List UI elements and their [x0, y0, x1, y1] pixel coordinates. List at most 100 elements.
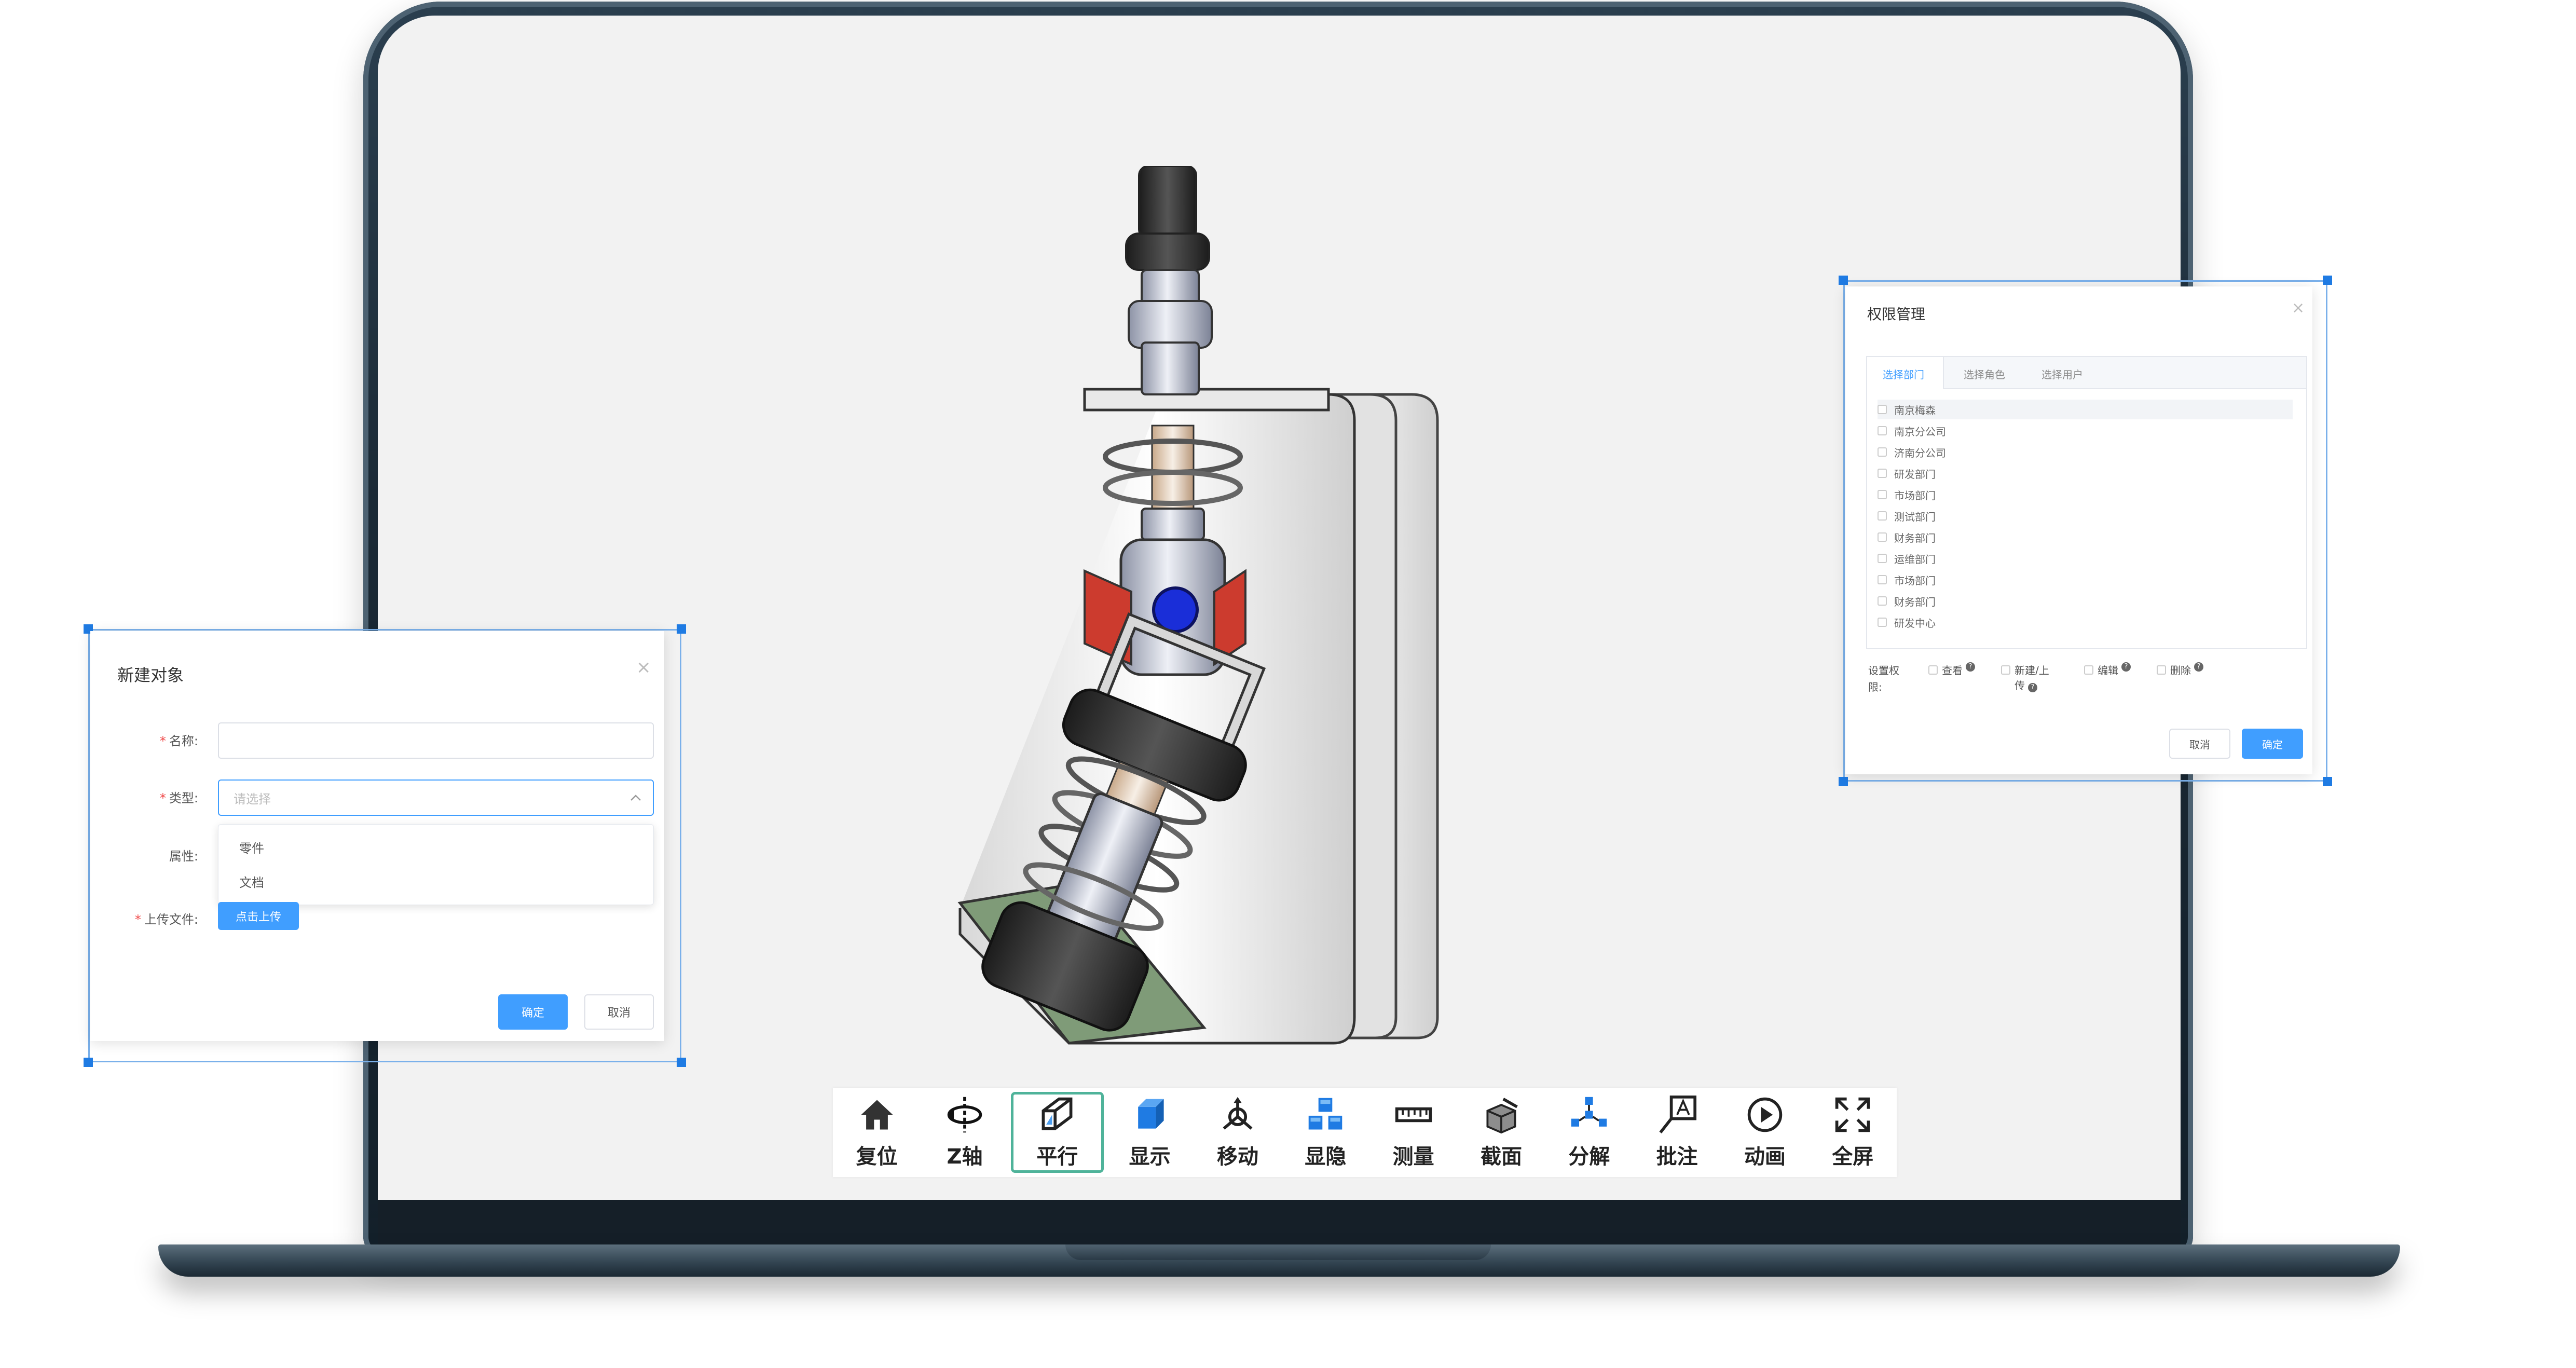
close-icon[interactable]: × [2292, 299, 2305, 317]
checkbox[interactable] [1878, 469, 1887, 478]
tool-parallel[interactable]: 平行 [1010, 1092, 1104, 1173]
department-item[interactable]: 运维部门 [1878, 549, 1936, 568]
explode-icon [1571, 1097, 1607, 1127]
type-option-document[interactable]: 文档 [239, 872, 264, 891]
help-icon: ? [2028, 683, 2037, 692]
permission-dialog: 权限管理 × 选择部门 选择角色 选择用户 南京梅森南京分公司济南分公司研发部门… [1845, 286, 2312, 774]
department-item[interactable]: 测试部门 [1878, 506, 1936, 526]
set-permission-label: 设置权 限: [1868, 664, 1899, 693]
tool-show-hide[interactable]: 显隐 [1282, 1088, 1369, 1177]
tool-fullscreen[interactable]: 全屏 [1809, 1088, 1897, 1177]
z-axis-rotate-icon [947, 1097, 982, 1133]
department-label: 测试部门 [1894, 510, 1936, 523]
laptop-chin [378, 1200, 2181, 1251]
permission-tabs: 选择部门 选择角色 选择用户 南京梅森 南京分公司 济南分公司 研发部门 市场部门 测试部… [1866, 356, 2307, 649]
tool-section[interactable]: 截面 [1457, 1088, 1545, 1177]
dialog-title: 新建对象 [117, 665, 184, 685]
resize-handle[interactable] [677, 624, 686, 634]
move-axes-icon [1223, 1097, 1253, 1130]
type-select-placeholder: 请选择 [234, 791, 271, 806]
help-icon: ? [1966, 662, 1975, 672]
checkbox[interactable] [1878, 511, 1887, 521]
type-select[interactable]: 请选择 [218, 779, 654, 816]
department-item[interactable]: 济南分公司 [1878, 442, 1946, 462]
ruler-icon [1395, 1107, 1432, 1123]
annotation-icon [1659, 1095, 1696, 1133]
department-label: 研发部门 [1894, 468, 1936, 481]
checkbox[interactable] [1878, 554, 1887, 563]
resize-handle[interactable] [84, 1058, 93, 1067]
tool-measure[interactable]: 测量 [1369, 1088, 1457, 1177]
confirm-button[interactable]: 确定 [2242, 729, 2303, 759]
department-label: 财务部门 [1894, 531, 1936, 544]
department-label: 市场部门 [1894, 489, 1936, 502]
tool-display[interactable]: 显示 [1106, 1088, 1194, 1177]
resize-handle[interactable] [1839, 276, 1848, 285]
cancel-button[interactable]: 取消 [584, 994, 654, 1030]
resize-handle[interactable] [1839, 777, 1848, 786]
name-label: * 名称: [159, 734, 198, 748]
cube-display-icon [1138, 1099, 1164, 1129]
tab-select-user[interactable]: 选择用户 [2041, 366, 2083, 381]
checkbox[interactable] [1878, 532, 1887, 542]
checkbox[interactable] [1878, 405, 1887, 414]
tool-explode[interactable]: 分解 [1545, 1088, 1633, 1177]
name-input[interactable] [218, 722, 654, 759]
laptop-hinge-notch [1065, 1244, 1491, 1260]
tool-move[interactable]: 移动 [1194, 1088, 1281, 1177]
type-label: * 类型: [159, 791, 198, 805]
perm-edit[interactable]: 编辑? [2084, 662, 2131, 677]
section-cut-icon [1486, 1098, 1518, 1134]
type-dropdown: 零件 文档 [218, 824, 654, 905]
perm-view[interactable]: 查看? [1928, 662, 1975, 677]
department-item[interactable]: 研发中心 [1878, 612, 1936, 632]
checkbox[interactable] [1878, 426, 1887, 435]
checkbox[interactable] [1878, 447, 1887, 457]
perm-create-upload[interactable]: 新建/上传? [2001, 662, 2049, 692]
checkbox[interactable] [1878, 490, 1887, 499]
department-item[interactable]: 财务部门 [1878, 527, 1936, 547]
close-icon[interactable]: × [636, 657, 651, 678]
department-label: 研发中心 [1894, 617, 1936, 630]
resize-handle[interactable] [677, 1058, 686, 1067]
department-item[interactable]: 南京分公司 [1878, 421, 1946, 441]
department-item[interactable]: 南京梅森 [1878, 400, 2293, 419]
type-option-part[interactable]: 零件 [239, 838, 264, 856]
checkbox[interactable] [1878, 596, 1887, 606]
fullscreen-icon [1835, 1097, 1870, 1132]
home-icon [861, 1100, 893, 1130]
parallel-projection-icon [1042, 1097, 1073, 1130]
attr-label: 属性: [169, 849, 198, 864]
confirm-button[interactable]: 确定 [498, 994, 568, 1030]
upload-button[interactable]: 点击上传 [218, 902, 299, 930]
department-label: 市场部门 [1894, 574, 1936, 587]
dialog-title: 权限管理 [1867, 306, 1926, 323]
new-object-dialog: 新建对象 × * 名称: * 类型: 请选择 属性: 零件 文档 * 上传文件: 点击… [90, 631, 664, 1041]
chevron-up-icon [631, 795, 641, 801]
tool-annotate[interactable]: 批注 [1633, 1088, 1721, 1177]
cancel-button[interactable]: 取消 [2169, 729, 2230, 759]
resize-handle[interactable] [2323, 777, 2332, 786]
department-item[interactable]: 财务部门 [1878, 591, 1936, 611]
upload-label: * 上传文件: [134, 912, 198, 927]
tab-select-department[interactable]: 选择部门 [1883, 366, 1924, 381]
tab-select-role[interactable]: 选择角色 [1964, 366, 2005, 381]
viewer-toolbar: 复位 Z轴 平行 显示 移动 显隐 测量 截面 分解 批注 动画 全屏 [833, 1088, 1897, 1177]
department-item[interactable]: 市场部门 [1878, 485, 1936, 504]
tool-animation[interactable]: 动画 [1721, 1088, 1808, 1177]
department-label: 南京梅森 [1894, 404, 1936, 417]
tool-reset[interactable]: 复位 [833, 1088, 921, 1177]
department-item[interactable]: 市场部门 [1878, 570, 1936, 590]
tabs-header: 选择部门 选择角色 选择用户 [1867, 357, 2306, 389]
resize-handle[interactable] [2323, 276, 2332, 285]
play-animation-icon [1747, 1097, 1783, 1132]
department-label: 济南分公司 [1894, 446, 1946, 459]
help-icon: ? [2194, 662, 2203, 672]
checkbox[interactable] [1878, 618, 1887, 627]
cad-model-shock-absorber[interactable] [913, 166, 1463, 1059]
checkbox[interactable] [1878, 575, 1887, 584]
tool-z-axis[interactable]: Z轴 [921, 1088, 1008, 1177]
department-item[interactable]: 研发部门 [1878, 463, 1936, 483]
perm-delete[interactable]: 删除? [2157, 662, 2203, 677]
department-label: 南京分公司 [1894, 425, 1946, 438]
